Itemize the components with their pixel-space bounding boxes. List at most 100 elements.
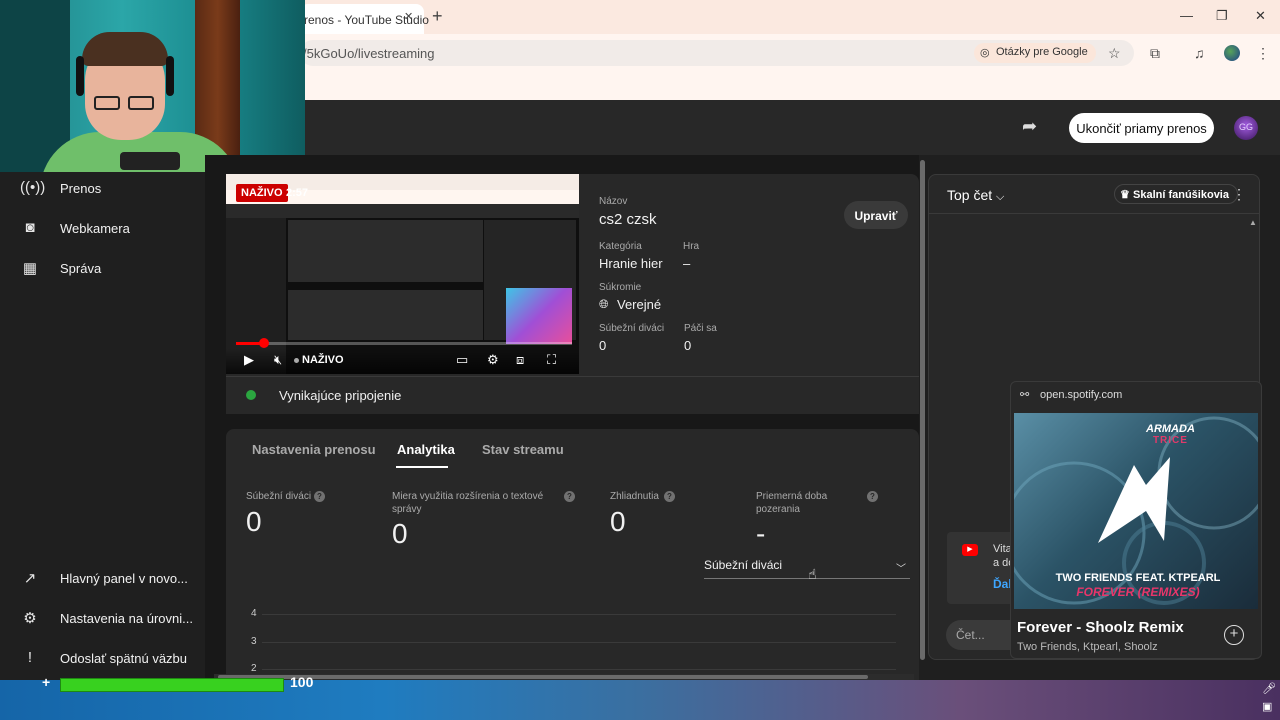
sidebar-item-sprava[interactable]: ▦ Správa [0,248,205,288]
captions-icon[interactable]: ▭ [456,352,468,368]
youtube-logo-icon: ▶ [962,544,978,556]
tab-close-icon[interactable]: ✕ [404,10,413,23]
horizontal-scrollbar-thumb[interactable] [218,675,868,679]
chat-header-divider [929,213,1259,214]
tune-icon: ⚯ [1020,389,1030,401]
preview-analytics-card [288,290,483,340]
media-control-icon[interactable]: ♫ [1194,45,1205,61]
more-options-icon[interactable]: ⋮ [1232,186,1246,203]
webcam-person-hair [82,32,168,66]
sidebar-item-settings[interactable]: ⚙ Nastavenia na úrovni... [0,598,205,638]
microphone-icon[interactable]: 🎤︎ [1262,682,1276,695]
calendar-icon: ▦ [22,260,38,277]
chart-grid-line [262,614,896,615]
browser-menu-icon[interactable]: ⋮ [1256,45,1270,62]
superfans-label: Skalní fanúšikovia [1133,189,1229,201]
tab-analytics[interactable]: Analytika [397,442,455,457]
fullscreen-icon[interactable]: ⛶ [547,352,556,368]
help-icon[interactable]: ? [564,491,575,502]
superfans-button[interactable]: ♛ Skalní fanúšikovia [1114,184,1238,204]
privacy-value: Verejné [617,297,662,312]
album-brand-logo: ARMADA TRICE [1146,424,1195,447]
player-live-indicator[interactable]: NAŽIVO [294,354,344,366]
open-external-icon: ↗ [23,570,37,587]
webcam-overlay [0,0,305,172]
metric-dropdown[interactable]: Súbežní diváci [704,558,782,572]
broadcast-icon: ((•)) [20,179,46,196]
game-value: – [683,256,691,271]
media-source: open.spotify.com [1040,389,1123,401]
metric-value: 0 [392,518,408,549]
help-icon[interactable]: ? [867,491,878,502]
chevron-down-icon[interactable]: ﹀ [896,560,906,575]
webcam-glasses-right [128,96,154,110]
active-tab-indicator [396,466,448,468]
connection-status-dot [246,390,256,400]
album-cover-artist: TWO FRIENDS FEAT. KTPEARL [1055,572,1221,584]
add-icon[interactable]: + [1224,625,1244,645]
metric-label: Súbežní diváci [246,491,312,502]
sidebar-item-label: Hlavný panel v novo... [60,571,188,586]
chat-scroll-up-icon[interactable]: ▲ [1249,218,1257,227]
live-elapsed-time: 2:57 [286,187,309,199]
preview-album-art [506,288,572,344]
sidebar-item-webkamera[interactable]: ◙ Webkamera [0,208,205,248]
globe-icon: 🌐︎ [599,297,609,311]
category-label: Kategória [599,241,642,252]
sidebar-item-label: Nastavenia na úrovni... [60,611,193,626]
webcam-glasses-left [94,96,120,110]
concurrent-viewers-value: 0 [599,338,607,353]
sidebar-item-feedback[interactable]: ! Odoslať spätnú väzbu [0,638,205,678]
sidebar-item-prenos[interactable]: ((•)) Prenos [0,168,205,208]
mouse-cursor-icon: ☝︎ [808,566,817,582]
likes-label: Páči sa [684,323,717,334]
bookmark-star-icon[interactable]: ☆ [1108,45,1121,62]
tab-stream-settings[interactable]: Nastavenia prenosu [252,442,376,457]
settings-gear-icon[interactable]: ⚙ [487,352,499,368]
game-health-bar [60,678,284,692]
sidebar-item-dashboard-new[interactable]: ↗ Hlavný panel v novo... [0,558,205,598]
google-lens-chip[interactable]: ◎ Otázky pre Google [974,43,1096,63]
game-health-value: 100 [290,674,314,690]
camera-icon: ◙ [25,219,35,236]
help-icon[interactable]: ? [314,491,325,502]
title-label: Názov [599,196,628,207]
play-icon[interactable]: ▶ [244,352,254,368]
edit-button[interactable]: Upraviť [844,201,908,229]
minimize-button[interactable]: — [1180,8,1193,23]
chevron-down-icon: ⌵ [996,191,1005,203]
game-label: Hra [683,241,700,252]
chat-mode-dropdown[interactable]: Top čet ⌵ [947,187,1004,204]
extensions-icon[interactable]: ⧉ [1150,45,1160,62]
channel-avatar[interactable]: GG [1234,116,1258,140]
player-scrubber[interactable] [259,338,269,348]
url-text[interactable]: /5kGoUo/livestreaming [303,46,435,61]
webcam-headphone-right [166,56,174,96]
chart-grid-line [262,642,896,643]
chart-y-tick: 4 [251,608,257,619]
player-progress-track[interactable] [236,342,572,345]
concurrent-viewers-label: Súbežní diváci [599,323,665,334]
metric-label: Miera využitia rozšírenia o textové sprá… [392,491,544,515]
sidebar: ((•)) Prenos ◙ Webkamera ▦ Správa ↗ Hlav… [0,155,205,680]
end-stream-button[interactable]: Ukončiť priamy prenos [1069,113,1214,143]
help-icon[interactable]: ? [664,491,675,502]
cast-icon[interactable]: ⧈ [516,352,524,368]
close-window-button[interactable]: ✕ [1255,8,1266,24]
live-badge: NAŽIVO [236,184,288,202]
chart-grid-line [262,669,896,670]
new-tab-button[interactable]: + [432,6,443,27]
metric-label: Priemerná doba pozerania [756,491,828,515]
mute-icon[interactable]: 🔇︎ [274,352,282,368]
tab-stream-health[interactable]: Stav streamu [482,442,564,457]
chart-y-tick: 3 [251,636,257,647]
profile-avatar[interactable] [1224,45,1240,61]
chat-welcome-link[interactable]: Ďal [993,577,1012,591]
maximize-button[interactable]: ❐ [1216,8,1228,24]
share-icon[interactable]: ➦ [1022,116,1037,137]
preview-studio-header [226,204,579,218]
vertical-scrollbar-thumb[interactable] [920,160,925,660]
tray-icon[interactable]: ▣ [1262,700,1272,713]
lens-chip-label: Otázky pre Google [996,46,1088,58]
track-title: Forever - Shoolz Remix [1017,619,1184,636]
